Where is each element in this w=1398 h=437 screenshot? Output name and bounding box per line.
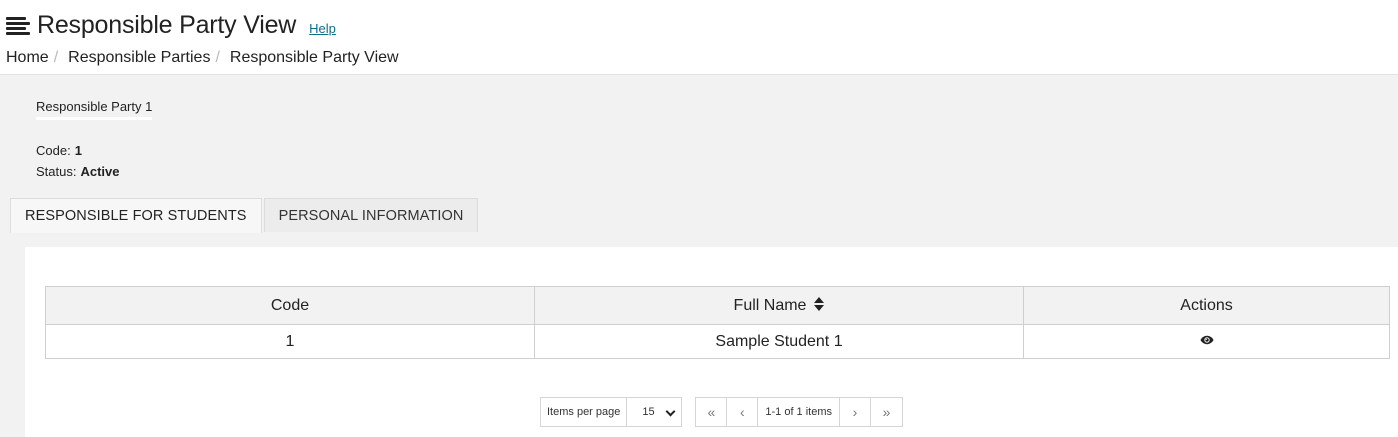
breadcrumb-separator: /	[215, 49, 220, 66]
breadcrumb-separator: /	[53, 49, 59, 66]
next-page-button[interactable]: ›	[840, 398, 872, 426]
column-header-actions: Actions	[1023, 286, 1390, 325]
code-value: 1	[74, 143, 82, 158]
column-header-actions-label: Actions	[1180, 296, 1233, 314]
tab-responsible-for-students[interactable]: RESPONSIBLE FOR STUDENTS	[10, 198, 262, 233]
column-header-full-name-label: Full Name	[733, 296, 807, 314]
column-header-code[interactable]: Code	[45, 286, 535, 325]
party-name: Responsible Party 1	[36, 99, 153, 120]
cell-code: 1	[45, 324, 535, 359]
page-title: Responsible Party View	[37, 10, 297, 39]
last-page-button[interactable]: »	[871, 398, 902, 426]
previous-page-button[interactable]: ‹	[727, 398, 759, 426]
breadcrumb-current: Responsible Party View	[229, 49, 399, 66]
status-value: Active	[80, 164, 120, 179]
column-header-full-name[interactable]: Full Name	[534, 286, 1024, 325]
tab-content: Code Full Name Actions 1 Sample Student …	[25, 247, 1398, 437]
status-label: Status:	[36, 164, 77, 179]
chevron-down-icon	[665, 406, 676, 417]
students-table: Code Full Name Actions 1 Sample Student …	[45, 286, 1390, 359]
table-header-row: Code Full Name Actions	[45, 286, 1390, 325]
table-row: 1 Sample Student 1	[45, 324, 1390, 359]
items-per-page-value: 15	[642, 406, 655, 418]
cell-actions	[1023, 324, 1390, 359]
eye-icon[interactable]	[1200, 332, 1214, 350]
page-nav-group: « ‹ 1-1 of 1 items › »	[695, 397, 904, 427]
detail-panel: Responsible Party 1 Code: 1 Status: Active…	[0, 74, 1398, 437]
column-header-code-label: Code	[270, 296, 310, 314]
pager: Items per page 15 « ‹ 1-1 of 1 items › »	[540, 397, 904, 427]
code-label: Code:	[36, 143, 71, 158]
items-per-page-select[interactable]: 15	[627, 398, 681, 426]
status-field: Status: Active	[36, 164, 120, 179]
page-info: 1-1 of 1 items	[758, 398, 841, 426]
sort-icon[interactable]	[814, 296, 825, 311]
help-link[interactable]: Help	[309, 21, 336, 36]
first-page-button[interactable]: «	[696, 398, 728, 426]
tab-personal-information[interactable]: PERSONAL INFORMATION	[263, 198, 479, 232]
breadcrumb-home[interactable]: Home	[6, 49, 49, 67]
menu-icon[interactable]	[6, 15, 30, 35]
tab-bar: RESPONSIBLE FOR STUDENTS PERSONAL INFORM…	[10, 198, 480, 233]
breadcrumb-responsible-parties[interactable]: Responsible Parties	[68, 49, 210, 67]
items-per-page-label: Items per page	[541, 398, 628, 426]
items-per-page-group: Items per page 15	[540, 397, 683, 427]
cell-full-name: Sample Student 1	[534, 324, 1024, 359]
breadcrumb: Home / Responsible Parties / Responsible…	[6, 48, 399, 68]
code-field: Code: 1	[36, 143, 82, 158]
page-header: Responsible Party View Help	[6, 8, 336, 42]
